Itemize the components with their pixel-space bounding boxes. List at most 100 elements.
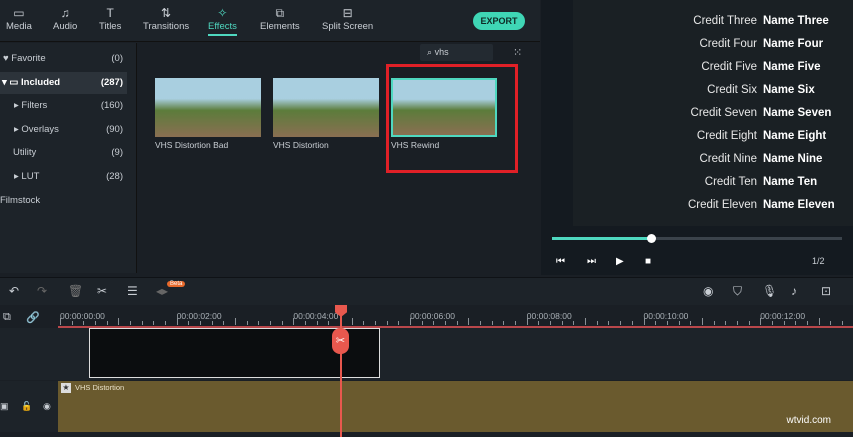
ruler-tick [550, 321, 552, 325]
redo-icon[interactable]: ↷ [37, 284, 47, 298]
credit-row: Credit Five Name Five [701, 61, 841, 73]
tab-titles[interactable]: T Titles [99, 6, 121, 32]
ruler-tick [818, 318, 820, 325]
ruler-tick [293, 318, 295, 325]
effect-thumbnail[interactable] [155, 78, 261, 137]
ruler-tick [783, 321, 785, 325]
tab-audio[interactable]: ♫ Audio [53, 6, 77, 32]
lock-icon[interactable]: 🔓 [21, 401, 32, 412]
previous-frame-button[interactable]: ⏮ [556, 256, 565, 267]
sidebar-item-favorite[interactable]: ♥ Favorite (0) [0, 48, 127, 70]
credit-name: Name Four [763, 38, 824, 50]
credit-row: Credit Three Name Three [693, 15, 841, 27]
ruler-tick [95, 321, 96, 325]
effect-track-clip[interactable]: ★ VHS Distortion [58, 381, 853, 432]
ruler-tick [655, 321, 657, 325]
ruler-tick [620, 321, 622, 325]
next-frame-button[interactable]: ⏭ [587, 256, 596, 267]
folder-icon: ▾ ▭ [2, 77, 19, 88]
ruler-tick [258, 321, 260, 325]
ruler-label: 00:00:10:00 [643, 311, 689, 321]
ruler-tick [701, 318, 703, 325]
music-icon: ♫ [60, 6, 70, 20]
ruler-tick [141, 321, 143, 325]
credit-row: Credit Eight Name Eight [697, 130, 841, 142]
voiceover-icon[interactable]: ♪ [791, 284, 797, 298]
effect-thumbnail[interactable] [273, 78, 379, 137]
ruler-tick [188, 321, 190, 325]
ruler-tick [503, 321, 505, 325]
tab-split-screen[interactable]: ⊟ Split Screen [322, 6, 373, 32]
tab-media[interactable]: ▭ Media [6, 6, 32, 32]
ruler-tick [223, 321, 225, 325]
sidebar-item-filters[interactable]: ▸ Filters (160) [0, 95, 127, 117]
sidebar-item-utility[interactable]: Utility (9) [0, 142, 127, 164]
heart-icon: ♥ [3, 53, 9, 64]
scissors-icon[interactable]: ✂ [97, 284, 107, 298]
ruler-tick [736, 321, 738, 325]
fit-icon[interactable]: ⊡ [821, 284, 831, 298]
add-track-icon[interactable]: ⧉ [3, 311, 11, 324]
grid-view-icon[interactable]: ⁙ [513, 46, 522, 59]
page-ratio[interactable]: 1/2 [812, 256, 825, 266]
ruler-tick [480, 321, 482, 325]
ruler-tick [526, 318, 528, 325]
folder-icon: ▭ [13, 6, 25, 20]
credit-row: Credit Ten Name Ten [705, 176, 841, 188]
tab-effects[interactable]: ✧ Effects [208, 6, 237, 36]
ruler-tick [585, 318, 587, 325]
play-button[interactable]: ▶ [616, 256, 624, 267]
playback-progress-fill [552, 237, 651, 240]
playback-scrubber[interactable] [646, 234, 656, 243]
beta-badge: Beta [167, 281, 186, 287]
credit-role: Credit Five [701, 61, 757, 73]
eye-icon[interactable]: ◉ [43, 401, 51, 412]
ruler-tick [596, 321, 598, 325]
ruler-tick [713, 321, 715, 325]
sidebar-item-lut[interactable]: ▸ LUT (28) [0, 166, 127, 188]
credit-name: Name Six [763, 84, 815, 96]
credit-role: Credit Three [693, 15, 757, 27]
ruler-tick [106, 321, 108, 325]
delete-icon[interactable]: 🗑 [68, 284, 83, 298]
ruler-label: 00:00:12:00 [760, 311, 806, 321]
ruler-tick [841, 321, 843, 325]
sidebar-item-included[interactable]: ▾ ▭ Included (287) [0, 72, 127, 94]
caret-right-icon: ▸ [14, 124, 19, 135]
ruler-label: 00:00:04:00 [293, 311, 339, 321]
credit-role: Credit Eight [696, 130, 757, 142]
ruler-tick [153, 321, 155, 325]
ruler-tick [421, 321, 423, 325]
credit-row: Credit Four Name Four [699, 38, 841, 50]
microphone-icon[interactable]: 🎙 [762, 284, 777, 298]
caret-right-icon: ▸ [14, 171, 19, 182]
sidebar-item-overlays[interactable]: ▸ Overlays (90) [0, 119, 127, 141]
stop-button[interactable]: ■ [645, 256, 651, 267]
ruler-tick [165, 321, 167, 325]
search-input[interactable]: ⌕ vhs [420, 44, 493, 61]
transition-icon: ⇅ [161, 6, 172, 20]
export-button[interactable]: EXPORT [473, 12, 525, 30]
tab-transitions[interactable]: ⇅ Transitions [143, 6, 189, 32]
playhead[interactable] [340, 305, 342, 437]
sidebar-item-filmstock[interactable]: Filmstock [0, 190, 127, 212]
ruler-tick [433, 321, 435, 325]
credit-row: Credit Eleven Name Eleven [688, 199, 841, 211]
link-icon[interactable]: 🔗 [26, 311, 40, 324]
top-toolbar: ▭ Media ♫ Audio T Titles ⇅ Transitions ✧ Effe… [0, 0, 540, 42]
ruler-tick [200, 321, 202, 325]
ruler-tick [795, 321, 797, 325]
tab-elements[interactable]: ⧉ Elements [260, 6, 300, 32]
credit-row: Credit Seven Name Seven [691, 107, 841, 119]
credit-role: Credit Four [699, 38, 757, 50]
ruler-tick [678, 321, 680, 325]
split-scissors-icon[interactable]: ✂ [332, 328, 349, 354]
audio-icon[interactable]: ◂▸ [156, 284, 168, 298]
marker-icon[interactable]: ⛉ [733, 284, 742, 299]
undo-icon[interactable]: ↶ [9, 284, 19, 298]
search-icon: ⌕ [427, 47, 433, 57]
adjust-icon[interactable]: ☰ [127, 284, 138, 298]
render-icon[interactable]: ◉ [703, 284, 713, 298]
ruler-tick [771, 321, 773, 325]
ruler-tick [211, 321, 213, 325]
